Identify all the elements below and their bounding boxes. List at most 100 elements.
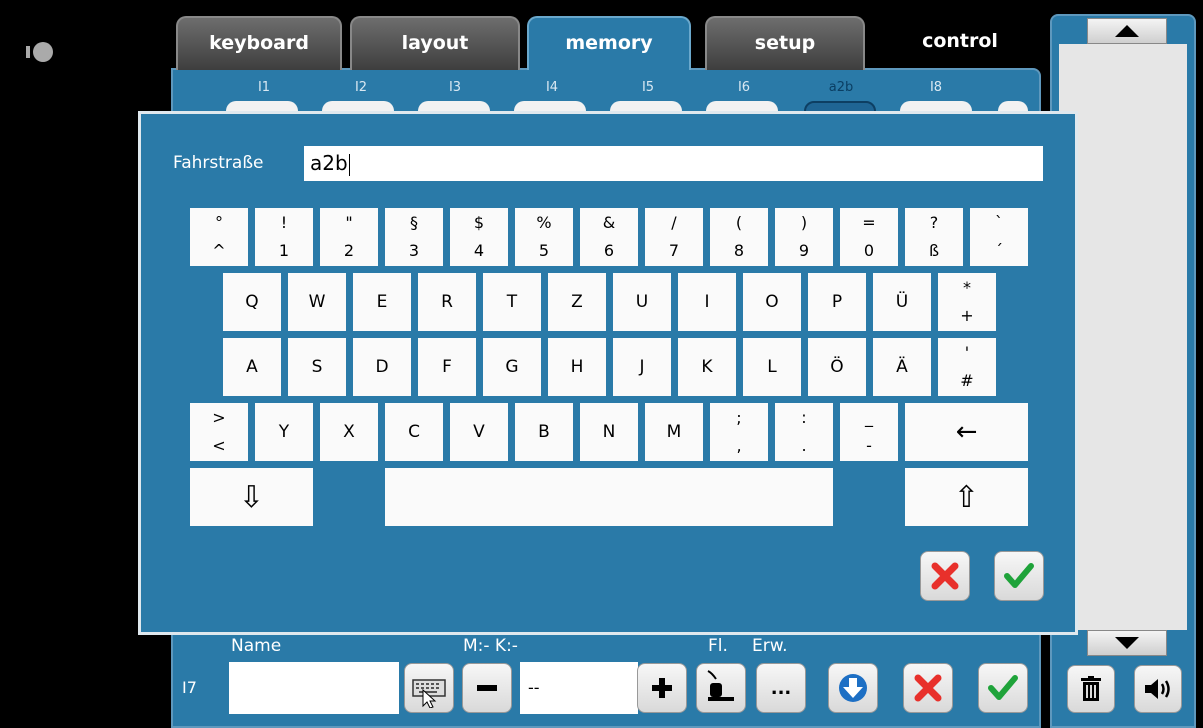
key-label: A xyxy=(246,357,258,377)
keyboard-key[interactable]: /7 xyxy=(645,208,703,266)
keyboard-key[interactable]: Q xyxy=(223,273,281,331)
keyboard-key[interactable]: Ä xyxy=(873,338,931,396)
close-icon xyxy=(914,674,942,702)
text-input[interactable]: a2b xyxy=(304,146,1043,181)
key-lower-label: , xyxy=(736,436,742,455)
keyboard-key[interactable]: X xyxy=(320,403,378,461)
tab-control[interactable]: control xyxy=(880,16,1040,70)
keyboard-key[interactable]: T xyxy=(483,273,541,331)
keyboard-key[interactable]: U xyxy=(613,273,671,331)
key-upper-label: ` xyxy=(995,213,1003,232)
memory-slot-label: I8 xyxy=(929,80,943,95)
key-backspace[interactable]: ← xyxy=(905,403,1028,461)
checkmark-icon xyxy=(988,675,1018,700)
keyboard-key[interactable]: _ - xyxy=(840,403,898,461)
item-list[interactable] xyxy=(1059,44,1187,630)
keyboard-key[interactable]: A xyxy=(223,338,281,396)
key-upper-label: ? xyxy=(929,213,939,232)
keyboard-key[interactable]: § 3 xyxy=(385,208,443,266)
keyboard-key[interactable]: ' # xyxy=(938,338,996,396)
dialog-cancel-button[interactable] xyxy=(920,551,970,601)
tab-layout[interactable]: layout xyxy=(350,16,520,70)
key-label: I xyxy=(704,292,710,312)
key-lower-label: 8 xyxy=(733,241,745,260)
keyboard-key[interactable]: Ü xyxy=(873,273,931,331)
key-label: E xyxy=(376,292,388,312)
keyboard-key[interactable]: & 6 xyxy=(580,208,638,266)
key-upper-label: ! xyxy=(280,213,288,232)
plus-icon xyxy=(652,678,672,698)
keyboard-key[interactable]: * + xyxy=(938,273,996,331)
keyboard-key[interactable]: D xyxy=(353,338,411,396)
keyboard-key[interactable]: W xyxy=(288,273,346,331)
decrease-button[interactable] xyxy=(462,663,512,713)
keyboard-key[interactable]: L xyxy=(743,338,801,396)
function-button[interactable] xyxy=(696,663,746,713)
keyboard-key[interactable]: Ö xyxy=(808,338,866,396)
keyboard-key[interactable]: F xyxy=(418,338,476,396)
key-hide-keyboard[interactable]: ⇩ xyxy=(190,468,313,526)
key-lower-label: 7 xyxy=(668,241,680,260)
text-input-value: a2b xyxy=(310,151,348,175)
keyboard-key[interactable]: ;, xyxy=(710,403,768,461)
keyboard-key[interactable]: I xyxy=(678,273,736,331)
key-label: W xyxy=(308,292,326,312)
triangle-down-icon xyxy=(1115,637,1139,649)
keyboard-key[interactable]: $4 xyxy=(450,208,508,266)
keyboard-key[interactable]: ° ^ xyxy=(190,208,248,266)
sound-button[interactable] xyxy=(1134,665,1182,713)
keyboard-key[interactable]: S xyxy=(288,338,346,396)
keyboard-key[interactable]: = 0 xyxy=(840,208,898,266)
cancel-button[interactable] xyxy=(903,663,953,713)
mk-value-field[interactable]: -- xyxy=(520,662,638,714)
key-shift[interactable]: ⇧ xyxy=(905,468,1028,526)
key-label: B xyxy=(538,422,550,442)
dialog-confirm-button[interactable] xyxy=(994,551,1044,601)
keyboard-key[interactable]: % 5 xyxy=(515,208,573,266)
delete-button[interactable] xyxy=(1067,665,1115,713)
key-label: R xyxy=(441,292,453,312)
keyboard-key[interactable]: :. xyxy=(775,403,833,461)
key-lower-label: 3 xyxy=(408,241,420,260)
tab-setup[interactable]: setup xyxy=(705,16,865,70)
keyboard-key[interactable]: ` ´ xyxy=(970,208,1028,266)
keyboard-key[interactable]: (8 xyxy=(710,208,768,266)
keyboard-key[interactable]: M xyxy=(645,403,703,461)
keyboard-key[interactable]: N xyxy=(580,403,638,461)
triangle-up-icon xyxy=(1115,25,1139,37)
scroll-up-button[interactable] xyxy=(1087,18,1167,44)
keyboard-key[interactable]: O xyxy=(743,273,801,331)
keyboard-key[interactable]: H xyxy=(548,338,606,396)
keyboard-key[interactable]: V xyxy=(450,403,508,461)
increase-button[interactable] xyxy=(637,663,687,713)
keyboard-key[interactable]: P xyxy=(808,273,866,331)
move-down-button[interactable] xyxy=(828,663,878,713)
keyboard-key[interactable]: G xyxy=(483,338,541,396)
tab-memory[interactable]: memory xyxy=(527,16,691,70)
keyboard-key[interactable]: J xyxy=(613,338,671,396)
keyboard-key[interactable]: ! 1 xyxy=(255,208,313,266)
keyboard-key[interactable]: " 2 xyxy=(320,208,378,266)
scroll-down-button[interactable] xyxy=(1087,630,1167,656)
keyboard-key[interactable]: Y xyxy=(255,403,313,461)
keyboard-button[interactable] xyxy=(404,663,454,713)
key-space[interactable] xyxy=(385,468,833,526)
keyboard-key[interactable]: B xyxy=(515,403,573,461)
keyboard-key[interactable]: ) 9 xyxy=(775,208,833,266)
name-input[interactable] xyxy=(229,662,399,714)
key-lower-label: . xyxy=(801,436,807,455)
keyboard-key[interactable]: > < xyxy=(190,403,248,461)
keyboard-key[interactable]: R xyxy=(418,273,476,331)
keyboard-key[interactable]: ? ß xyxy=(905,208,963,266)
confirm-button[interactable] xyxy=(978,663,1028,713)
keyboard-key[interactable]: C xyxy=(385,403,443,461)
tab-keyboard[interactable]: keyboard xyxy=(176,16,342,70)
keyboard-key[interactable]: E xyxy=(353,273,411,331)
more-button[interactable]: ... xyxy=(756,663,806,713)
mk-label: M:- K:- xyxy=(463,636,518,656)
key-upper-label: > xyxy=(212,408,226,427)
minus-icon xyxy=(477,685,497,691)
keyboard-key[interactable]: K xyxy=(678,338,736,396)
key-upper-label: § xyxy=(410,213,418,232)
keyboard-key[interactable]: Z xyxy=(548,273,606,331)
